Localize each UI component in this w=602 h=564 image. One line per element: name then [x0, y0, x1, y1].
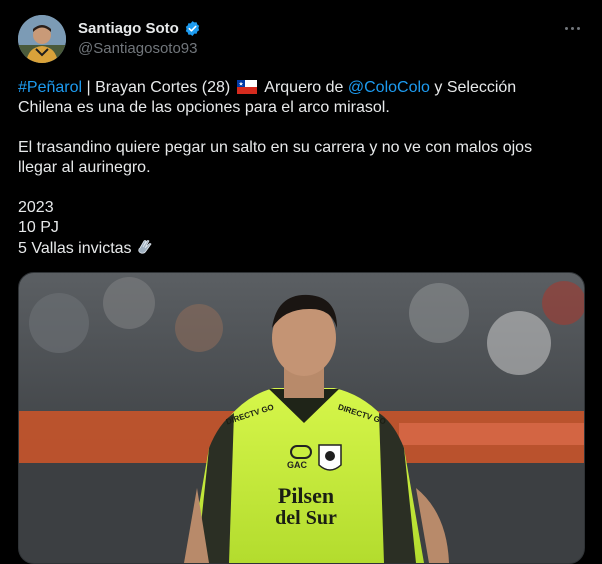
- mention-link[interactable]: @ColoColo: [348, 79, 430, 96]
- tweet-text-segment: Arquero de: [260, 79, 348, 96]
- hashtag-link[interactable]: #Peñarol: [18, 79, 82, 96]
- tweet-media-photo[interactable]: GAC Pilsen del Sur DIRECTV GO DIRECTV GO: [18, 272, 585, 564]
- jersey-sponsor-line-1: Pilsen: [277, 483, 335, 508]
- clapping-hands-icon: [137, 240, 152, 254]
- tweet-paragraph-2-line-1: El trasandino quiere pegar un salto en s…: [18, 139, 533, 156]
- stat-clean-sheets-line: 5 Vallas invictas: [18, 238, 578, 259]
- tweet-paragraph-2-line-2: llegar al aurinegro.: [18, 159, 151, 176]
- tweet-text: #Peñarol | Brayan Cortes (28) Arquero de…: [18, 78, 578, 259]
- jersey-brand: GAC: [287, 460, 307, 470]
- tweet-line-2: Chilena es una de las opciones para el a…: [18, 99, 390, 116]
- stat-clean-sheets: 5 Vallas invictas: [18, 240, 132, 257]
- jersey-sponsor-line-2: del Sur: [275, 507, 337, 529]
- avatar[interactable]: [18, 15, 66, 63]
- tweet-text-segment: y Selección: [429, 79, 517, 96]
- tweet-text-segment: | Brayan Cortes (28): [82, 79, 235, 96]
- more-options-icon[interactable]: [562, 20, 582, 36]
- tweet-line-1: #Peñarol | Brayan Cortes (28) Arquero de…: [18, 78, 578, 98]
- author-handle[interactable]: @Santiagosoto93: [78, 40, 201, 57]
- author-block: Santiago Soto @Santiagosoto93: [78, 18, 201, 57]
- verified-badge-icon: [185, 20, 200, 36]
- avatar-image: [18, 15, 66, 63]
- author-display-name[interactable]: Santiago Soto: [78, 20, 179, 37]
- stat-year: 2023: [18, 199, 54, 216]
- tweet: Santiago Soto @Santiagosoto93 #Peñarol |…: [0, 0, 602, 564]
- stat-games: 10 PJ: [18, 219, 59, 236]
- chile-flag-icon: [236, 80, 257, 94]
